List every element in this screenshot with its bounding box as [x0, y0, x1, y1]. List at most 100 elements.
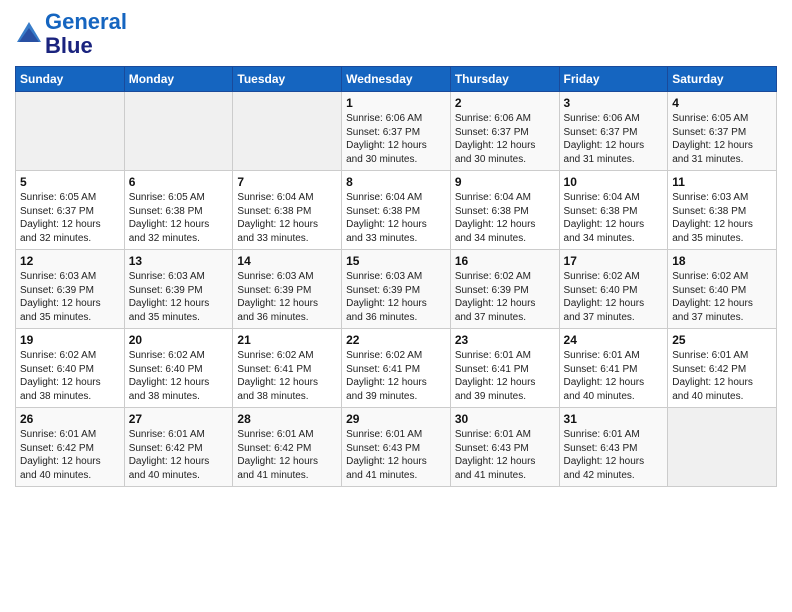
day-number: 4 [672, 96, 772, 110]
calendar-cell: 12Sunrise: 6:03 AM Sunset: 6:39 PM Dayli… [16, 250, 125, 329]
day-detail: Sunrise: 6:01 AM Sunset: 6:43 PM Dayligh… [455, 428, 555, 482]
day-detail: Sunrise: 6:03 AM Sunset: 6:39 PM Dayligh… [20, 270, 120, 324]
day-number: 7 [237, 175, 337, 189]
day-number: 28 [237, 412, 337, 426]
weekday-header: Saturday [668, 67, 777, 92]
day-number: 8 [346, 175, 446, 189]
calendar-cell [668, 408, 777, 487]
weekday-header: Sunday [16, 67, 125, 92]
day-detail: Sunrise: 6:06 AM Sunset: 6:37 PM Dayligh… [346, 112, 446, 166]
calendar-cell: 9 Sunrise: 6:04 AM Sunset: 6:38 PM Daylig… [450, 171, 559, 250]
calendar-cell: 24Sunrise: 6:01 AM Sunset: 6:41 PM Dayli… [559, 329, 668, 408]
calendar-week-row: 1 Sunrise: 6:06 AM Sunset: 6:37 PM Daylig… [16, 92, 777, 171]
calendar-cell: 16 Sunrise: 6:02 AM Sunset: 6:39 PM Dayli… [450, 250, 559, 329]
weekday-header: Monday [124, 67, 233, 92]
day-number: 1 [346, 96, 446, 110]
day-detail: Sunrise: 6:03 AM Sunset: 6:39 PM Dayligh… [237, 270, 337, 324]
day-detail: Sunrise: 6:04 AM Sunset: 6:38 PM Dayligh… [346, 191, 446, 245]
day-detail: Sunrise: 6:03 AM Sunset: 6:39 PM Dayligh… [346, 270, 446, 324]
calendar-week-row: 26 Sunrise: 6:01 AM Sunset: 6:42 PM Dayli… [16, 408, 777, 487]
day-detail: Sunrise: 6:01 AM Sunset: 6:42 PM Dayligh… [20, 428, 120, 482]
logo-text: GeneralBlue [45, 10, 127, 58]
day-number: 19 [20, 333, 120, 347]
day-number: 5 [20, 175, 120, 189]
header: GeneralBlue [15, 10, 777, 58]
calendar-cell: 30 Sunrise: 6:01 AM Sunset: 6:43 PM Dayli… [450, 408, 559, 487]
calendar-cell: 18Sunrise: 6:02 AM Sunset: 6:40 PM Dayli… [668, 250, 777, 329]
day-detail: Sunrise: 6:02 AM Sunset: 6:40 PM Dayligh… [672, 270, 772, 324]
day-detail: Sunrise: 6:06 AM Sunset: 6:37 PM Dayligh… [564, 112, 664, 166]
day-number: 6 [129, 175, 229, 189]
calendar-cell: 5 Sunrise: 6:05 AM Sunset: 6:37 PM Daylig… [16, 171, 125, 250]
day-number: 9 [455, 175, 555, 189]
calendar-cell: 13 Sunrise: 6:03 AM Sunset: 6:39 PM Dayli… [124, 250, 233, 329]
calendar-cell: 23Sunrise: 6:01 AM Sunset: 6:41 PM Dayli… [450, 329, 559, 408]
calendar-cell: 20 Sunrise: 6:02 AM Sunset: 6:40 PM Dayli… [124, 329, 233, 408]
day-detail: Sunrise: 6:04 AM Sunset: 6:38 PM Dayligh… [455, 191, 555, 245]
calendar-cell: 11 Sunrise: 6:03 AM Sunset: 6:38 PM Dayli… [668, 171, 777, 250]
day-number: 13 [129, 254, 229, 268]
day-detail: Sunrise: 6:06 AM Sunset: 6:37 PM Dayligh… [455, 112, 555, 166]
day-number: 20 [129, 333, 229, 347]
day-number: 11 [672, 175, 772, 189]
day-detail: Sunrise: 6:04 AM Sunset: 6:38 PM Dayligh… [564, 191, 664, 245]
day-number: 22 [346, 333, 446, 347]
day-number: 26 [20, 412, 120, 426]
day-detail: Sunrise: 6:01 AM Sunset: 6:42 PM Dayligh… [129, 428, 229, 482]
calendar-cell: 7 Sunrise: 6:04 AM Sunset: 6:38 PM Daylig… [233, 171, 342, 250]
calendar-cell [124, 92, 233, 171]
day-detail: Sunrise: 6:03 AM Sunset: 6:38 PM Dayligh… [672, 191, 772, 245]
day-detail: Sunrise: 6:02 AM Sunset: 6:40 PM Dayligh… [564, 270, 664, 324]
calendar: SundayMondayTuesdayWednesdayThursdayFrid… [15, 66, 777, 487]
day-number: 16 [455, 254, 555, 268]
page: GeneralBlue SundayMondayTuesdayWednesday… [0, 0, 792, 612]
weekday-header: Thursday [450, 67, 559, 92]
day-detail: Sunrise: 6:01 AM Sunset: 6:41 PM Dayligh… [564, 349, 664, 403]
calendar-cell: 19 Sunrise: 6:02 AM Sunset: 6:40 PM Dayli… [16, 329, 125, 408]
calendar-header-row: SundayMondayTuesdayWednesdayThursdayFrid… [16, 67, 777, 92]
day-number: 25 [672, 333, 772, 347]
weekday-header: Tuesday [233, 67, 342, 92]
day-number: 15 [346, 254, 446, 268]
calendar-cell: 10 Sunrise: 6:04 AM Sunset: 6:38 PM Dayli… [559, 171, 668, 250]
logo: GeneralBlue [15, 10, 127, 58]
calendar-cell: 1 Sunrise: 6:06 AM Sunset: 6:37 PM Daylig… [342, 92, 451, 171]
calendar-week-row: 12Sunrise: 6:03 AM Sunset: 6:39 PM Dayli… [16, 250, 777, 329]
calendar-cell: 6Sunrise: 6:05 AM Sunset: 6:38 PM Daylig… [124, 171, 233, 250]
day-number: 23 [455, 333, 555, 347]
calendar-cell: 22 Sunrise: 6:02 AM Sunset: 6:41 PM Dayli… [342, 329, 451, 408]
calendar-week-row: 19 Sunrise: 6:02 AM Sunset: 6:40 PM Dayli… [16, 329, 777, 408]
day-detail: Sunrise: 6:02 AM Sunset: 6:40 PM Dayligh… [20, 349, 120, 403]
calendar-week-row: 5 Sunrise: 6:05 AM Sunset: 6:37 PM Daylig… [16, 171, 777, 250]
day-number: 30 [455, 412, 555, 426]
day-number: 10 [564, 175, 664, 189]
day-detail: Sunrise: 6:03 AM Sunset: 6:39 PM Dayligh… [129, 270, 229, 324]
day-detail: Sunrise: 6:01 AM Sunset: 6:43 PM Dayligh… [564, 428, 664, 482]
day-detail: Sunrise: 6:02 AM Sunset: 6:41 PM Dayligh… [237, 349, 337, 403]
day-detail: Sunrise: 6:05 AM Sunset: 6:37 PM Dayligh… [20, 191, 120, 245]
day-number: 14 [237, 254, 337, 268]
calendar-cell: 27 Sunrise: 6:01 AM Sunset: 6:42 PM Dayli… [124, 408, 233, 487]
day-number: 17 [564, 254, 664, 268]
calendar-cell: 4 Sunrise: 6:05 AM Sunset: 6:37 PM Daylig… [668, 92, 777, 171]
day-detail: Sunrise: 6:01 AM Sunset: 6:42 PM Dayligh… [672, 349, 772, 403]
calendar-cell: 31Sunrise: 6:01 AM Sunset: 6:43 PM Dayli… [559, 408, 668, 487]
calendar-cell: 28 Sunrise: 6:01 AM Sunset: 6:42 PM Dayli… [233, 408, 342, 487]
day-number: 27 [129, 412, 229, 426]
calendar-cell [233, 92, 342, 171]
calendar-cell [16, 92, 125, 171]
day-detail: Sunrise: 6:02 AM Sunset: 6:41 PM Dayligh… [346, 349, 446, 403]
calendar-cell: 17 Sunrise: 6:02 AM Sunset: 6:40 PM Dayli… [559, 250, 668, 329]
calendar-cell: 14 Sunrise: 6:03 AM Sunset: 6:39 PM Dayli… [233, 250, 342, 329]
day-number: 29 [346, 412, 446, 426]
day-detail: Sunrise: 6:02 AM Sunset: 6:40 PM Dayligh… [129, 349, 229, 403]
day-detail: Sunrise: 6:02 AM Sunset: 6:39 PM Dayligh… [455, 270, 555, 324]
calendar-cell: 26 Sunrise: 6:01 AM Sunset: 6:42 PM Dayli… [16, 408, 125, 487]
calendar-cell: 15 Sunrise: 6:03 AM Sunset: 6:39 PM Dayli… [342, 250, 451, 329]
weekday-header: Friday [559, 67, 668, 92]
calendar-cell: 2Sunrise: 6:06 AM Sunset: 6:37 PM Daylig… [450, 92, 559, 171]
day-detail: Sunrise: 6:01 AM Sunset: 6:42 PM Dayligh… [237, 428, 337, 482]
day-detail: Sunrise: 6:05 AM Sunset: 6:37 PM Dayligh… [672, 112, 772, 166]
day-detail: Sunrise: 6:01 AM Sunset: 6:43 PM Dayligh… [346, 428, 446, 482]
day-detail: Sunrise: 6:04 AM Sunset: 6:38 PM Dayligh… [237, 191, 337, 245]
